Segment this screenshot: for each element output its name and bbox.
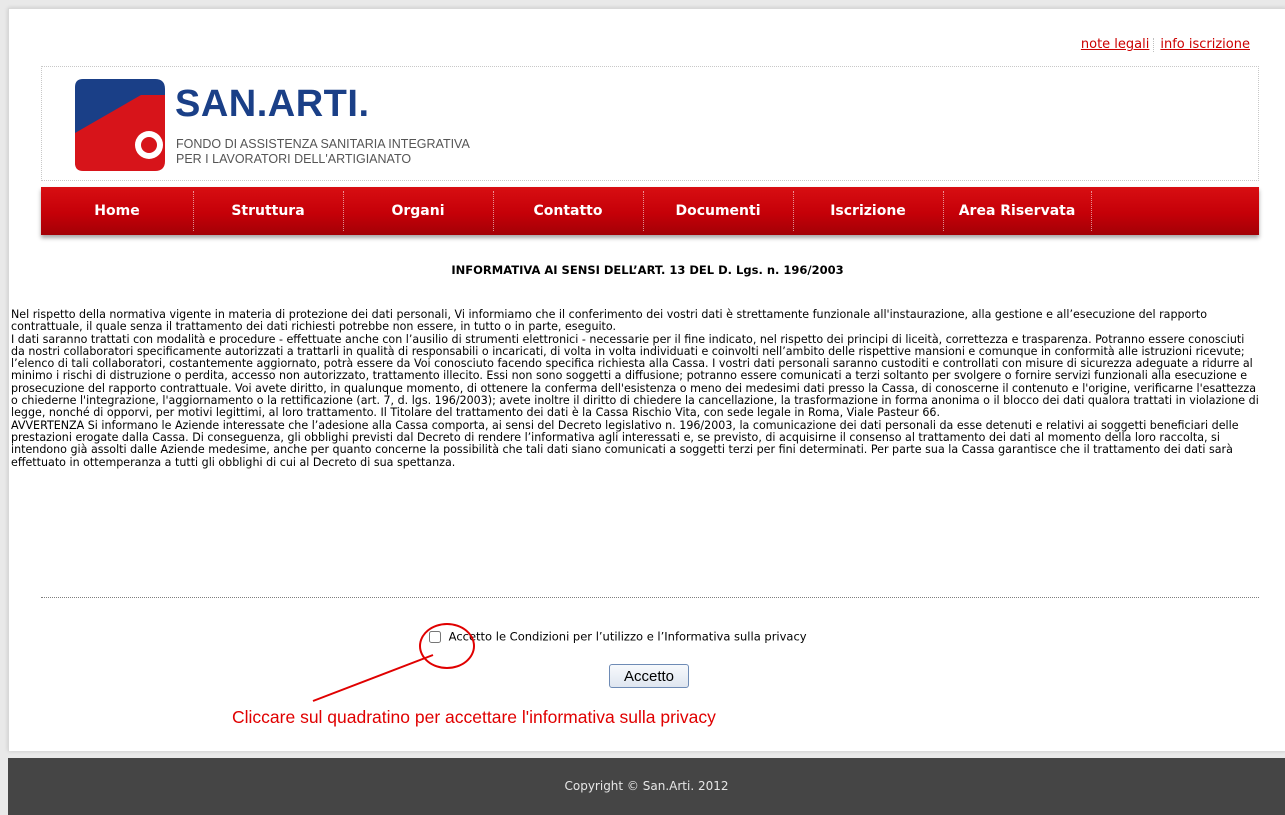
section-divider — [41, 597, 1259, 598]
enrollment-info-link[interactable]: info iscrizione — [1160, 37, 1250, 52]
brand-subtitle-line2: PER I LAVORATORI DELL'ARTIGIANATO — [176, 152, 412, 166]
annotation-arrow-line — [312, 654, 434, 702]
nav-item-home[interactable]: Home — [41, 187, 193, 235]
legal-notes-link[interactable]: note legali — [1081, 37, 1149, 52]
page-container: note legali info iscrizione SAN.ARTI. FON… — [8, 8, 1285, 751]
page-footer: Copyright © San.Arti. 2012 — [8, 758, 1285, 815]
brand-name: SAN.ARTI. — [175, 83, 370, 125]
san-arti-logo-icon[interactable] — [69, 75, 169, 175]
nav-separator — [1091, 191, 1092, 231]
nav-item-struttura[interactable]: Struttura — [193, 187, 343, 235]
notice-paragraph: AVVERTENZA Si informano le Aziende inter… — [11, 418, 1239, 469]
nav-item-iscrizione[interactable]: Iscrizione — [793, 187, 943, 235]
top-links: note legali info iscrizione — [1075, 37, 1250, 52]
privacy-notice-title: INFORMATIVA AI SENSI DELL’ART. 13 DEL D.… — [451, 263, 844, 277]
link-separator — [1153, 37, 1155, 52]
nav-item-contatto[interactable]: Contatto — [493, 187, 643, 235]
nav-item-organi[interactable]: Organi — [343, 187, 493, 235]
main-navigation: Home Struttura Organi Contatto Documenti… — [41, 187, 1259, 235]
nav-item-documenti[interactable]: Documenti — [643, 187, 793, 235]
nav-item-area-riservata[interactable]: Area Riservata — [943, 187, 1091, 235]
site-header: SAN.ARTI. FONDO DI ASSISTENZA SANITARIA … — [41, 66, 1259, 181]
annotation-instruction: Cliccare sul quadratino per accettare l'… — [232, 707, 716, 727]
notice-paragraph: I dati saranno trattati con modalità e p… — [11, 332, 1259, 420]
accept-button[interactable]: Accetto — [609, 664, 689, 688]
copyright-text: Copyright © San.Arti. 2012 — [564, 779, 729, 793]
brand-subtitle-line1: FONDO DI ASSISTENZA SANITARIA INTEGRATIV… — [176, 137, 470, 151]
notice-paragraph: Nel rispetto della normativa vigente in … — [11, 308, 1208, 334]
consent-row: Accetto le Condizioni per l’utilizzo e l… — [429, 629, 807, 644]
privacy-consent-label[interactable]: Accetto le Condizioni per l’utilizzo e l… — [449, 630, 807, 644]
privacy-notice-body: Nel rispetto della normativa vigente in … — [11, 308, 1261, 469]
